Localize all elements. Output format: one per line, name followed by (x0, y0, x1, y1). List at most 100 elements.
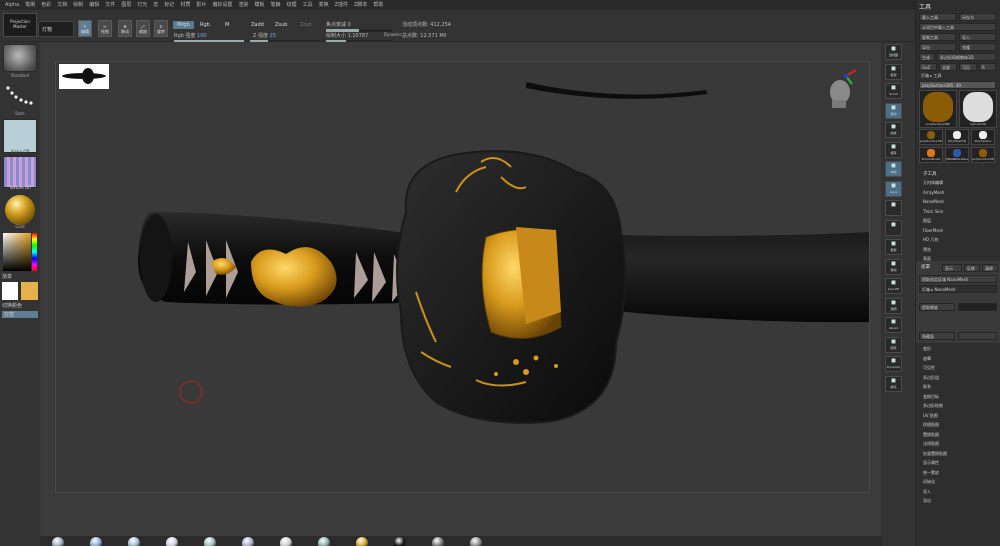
tool-palette-button[interactable]: R (979, 63, 996, 71)
material-swatch[interactable] (394, 537, 406, 546)
tool-thumbnail[interactable]: polySurface385 (919, 129, 943, 145)
view-control-button[interactable]: ◼ Line Fill (885, 278, 902, 294)
material-swatch[interactable] (204, 537, 216, 546)
material-swatch[interactable] (356, 537, 368, 546)
dynamic-toggle[interactable]: Dynamic (384, 32, 402, 37)
menu-item[interactable]: 变换 (316, 0, 332, 10)
thickness-slider-track[interactable] (958, 303, 997, 311)
tool-palette-button[interactable]: 导出 (919, 43, 956, 51)
material-swatch[interactable] (90, 537, 102, 546)
tool-thumbnail[interactable]: PolyMesh3D (945, 129, 969, 145)
view-control-button[interactable]: ◼ Scroll (885, 83, 902, 99)
menu-item[interactable]: 文件 (102, 0, 118, 10)
view-control-button[interactable]: ◼ 解冻 (885, 375, 902, 392)
scale-mode-button[interactable]: ⤢ 缩放 (136, 20, 150, 37)
menu-item[interactable]: 灯光 (134, 0, 150, 10)
tool-section-item[interactable]: 导出 (923, 496, 947, 506)
tool-section-item[interactable]: 多边形组 (923, 373, 947, 383)
mrgb-button[interactable]: Mrgb (173, 21, 194, 29)
orientation-gizmo[interactable] (830, 69, 857, 108)
view-control-button[interactable]: ◼ (885, 219, 902, 236)
tool-section-item[interactable]: 遮罩 (923, 354, 947, 364)
mask-header[interactable]: 遮罩 (921, 264, 930, 270)
menu-item[interactable]: 渲染 (235, 0, 251, 10)
delete-hidden-button[interactable]: 隐藏面 (919, 332, 955, 340)
tool-palette-button[interactable]: GoZ (919, 63, 937, 71)
subtool-menu-item[interactable]: Thick Skin (923, 207, 944, 217)
rotate-mode-button[interactable]: ↻ 旋转 (154, 20, 168, 37)
zsub-button[interactable]: Zsub (271, 21, 292, 29)
tool-thumbnail[interactable]: PolySphere (971, 129, 995, 145)
mask-show-button[interactable]: 显示 (942, 264, 962, 272)
view-control-button[interactable]: ◼ 本地 (885, 161, 902, 177)
subtool-menu-item[interactable]: 预览 (923, 245, 944, 255)
tool-section-item[interactable]: 导入 (923, 487, 947, 497)
tool-section-item[interactable]: 置换贴图 (923, 430, 947, 440)
menu-item[interactable]: 帮助 (370, 0, 386, 10)
delete-hidden-button-2[interactable] (958, 332, 997, 340)
menu-item[interactable]: 绘制 (70, 0, 86, 10)
tool-section-item[interactable]: UV 贴图 (923, 411, 947, 421)
view-control-button[interactable]: ◼ 框架 (885, 63, 902, 80)
menu-item[interactable]: 编辑 (86, 0, 102, 10)
view-control-button[interactable]: ◼ Gxyz (885, 180, 902, 197)
zadd-button[interactable]: Zadd (247, 21, 268, 29)
material-swatch[interactable] (280, 537, 292, 546)
rgb-button[interactable]: Rgb (196, 21, 214, 29)
menu-item[interactable]: 材质 (177, 0, 193, 10)
gradient-label[interactable]: 渐变 (2, 273, 12, 280)
material-swatch[interactable] (166, 537, 178, 546)
menu-item[interactable]: 图层 (118, 0, 134, 10)
tool-palette-button[interactable]: 可见 (959, 63, 977, 71)
menu-item[interactable]: 工具 (299, 0, 315, 10)
menu-item[interactable]: 色彩 (38, 0, 54, 10)
thickness-slider[interactable]: 提取厚度 (919, 303, 955, 311)
tool-section-item[interactable]: 可见性 (923, 363, 947, 373)
view-control-button[interactable]: ◼ 框架 (885, 239, 902, 255)
secondary-color-swatch[interactable] (21, 282, 38, 300)
tool-palette-button[interactable]: 另存为 (959, 13, 996, 21)
menu-item[interactable]: 模板 (251, 0, 267, 10)
menu-item[interactable]: Alpha (2, 0, 22, 10)
lightbox-nanomesh-button[interactable]: 灯箱 ▸ NanoMesh (919, 285, 997, 293)
switch-color-button[interactable]: 切换颜色 (2, 302, 22, 309)
view-control-button[interactable]: ◼ Dynamic (885, 356, 902, 372)
subtool-header[interactable]: 子工具 (923, 171, 937, 177)
draw-mode-button[interactable]: ✏ 绘制 (98, 20, 112, 37)
tool-section-item[interactable]: 变换目标 (923, 392, 947, 402)
menu-item[interactable]: 笔刷 (22, 0, 38, 10)
current-tool-slider[interactable]: polySurface385. 49 (919, 81, 996, 89)
menu-item[interactable]: 文档 (54, 0, 70, 10)
lightbox-tools-button[interactable]: 灯箱 ▸ 工具 (919, 72, 996, 80)
edit-mode-button[interactable]: ✎ 编辑 (78, 20, 92, 37)
tool-section-item[interactable]: 初始化 (923, 477, 947, 487)
material-swatch[interactable] (470, 537, 482, 546)
menu-item[interactable]: Z插件 (332, 0, 351, 10)
menu-item[interactable]: 偏好设置 (209, 0, 235, 10)
m-button[interactable]: M (221, 21, 234, 29)
tool-section-item[interactable]: 统一蒙皮 (923, 468, 947, 478)
tool-palette-button[interactable]: 导入 (959, 33, 996, 41)
material-swatch[interactable] (318, 537, 330, 546)
color-picker[interactable] (3, 233, 37, 271)
tool-thumbnail[interactable]: SimpleBrush (919, 147, 943, 163)
tool-palette-button[interactable]: 复制工具 (919, 33, 956, 41)
material-swatch[interactable] (432, 537, 444, 546)
tool-palette-button[interactable]: 全部 (939, 63, 957, 71)
menu-item[interactable]: 影片 (193, 0, 209, 10)
subtool-menu-item[interactable]: HD 几何 (923, 235, 944, 245)
tool-palette-button[interactable]: 克隆 (959, 43, 996, 51)
view-control-button[interactable]: ◼ 旋转 (885, 141, 902, 158)
tool-thumbnail[interactable]: MRGBZGrabber (945, 147, 969, 163)
tool-section-item[interactable]: 联系 (923, 382, 947, 392)
mask-invert-button[interactable]: 反转 (964, 264, 980, 272)
tool-section-item[interactable]: 矢量置换贴图 (923, 449, 947, 459)
view-control-button[interactable]: ◼ 移动 (885, 102, 902, 119)
subtool-menu-item[interactable]: 图层 (923, 216, 944, 226)
material-swatch[interactable] (242, 537, 254, 546)
menu-item[interactable]: Z脚本 (351, 0, 370, 10)
menu-item[interactable]: 标记 (161, 0, 177, 10)
move-mode-button[interactable]: ✥ 移动 (118, 20, 132, 37)
hue-strip[interactable] (32, 233, 37, 271)
tool-thumbnail[interactable]: polySurface385 (971, 147, 995, 163)
